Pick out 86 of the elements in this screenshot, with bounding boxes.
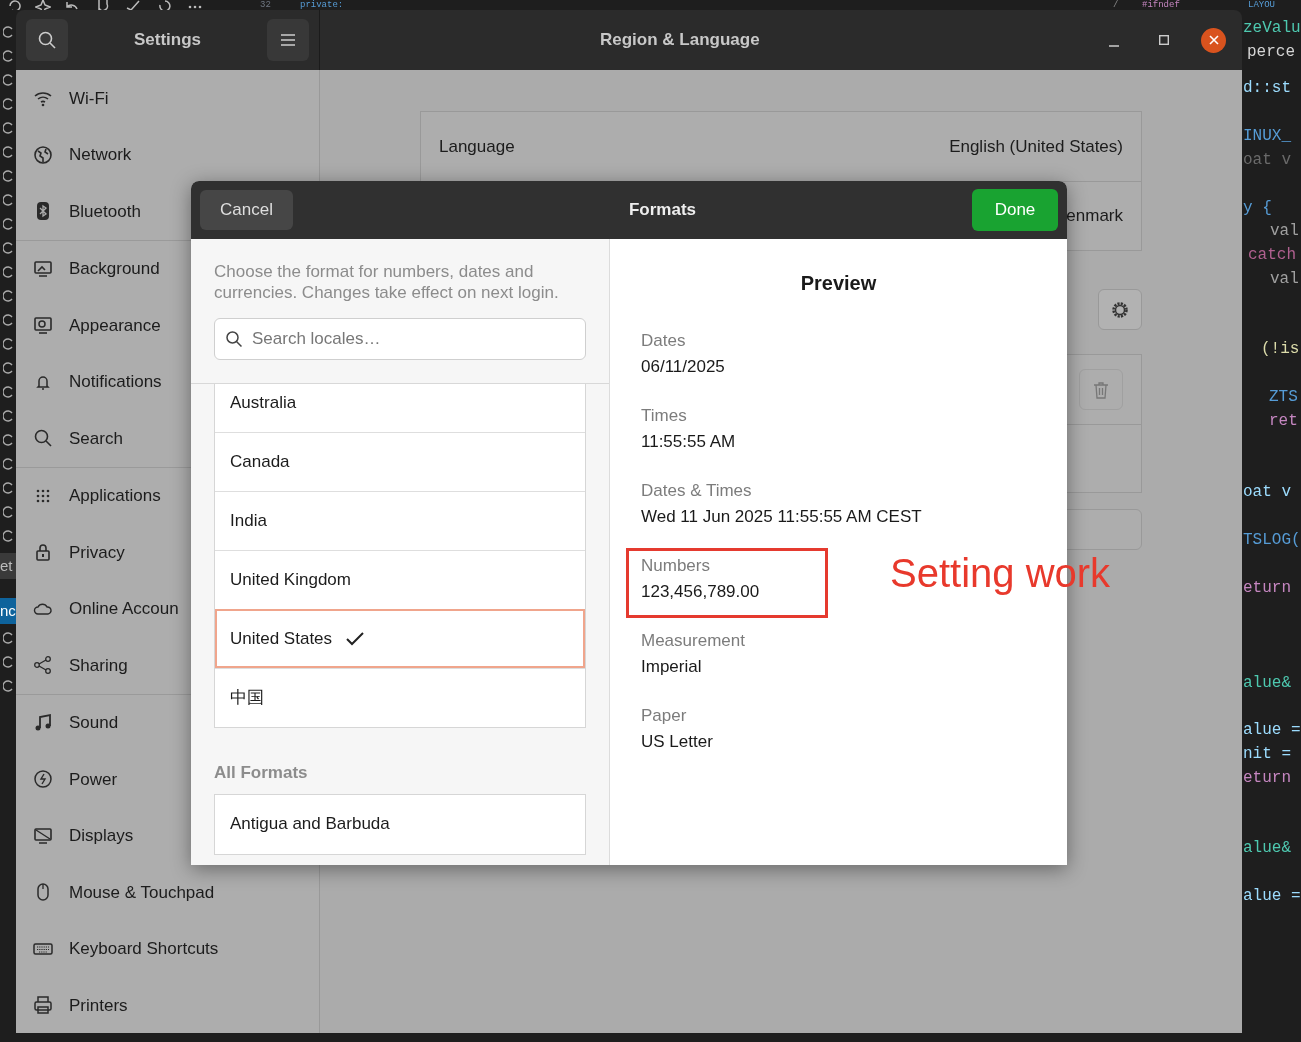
code-text: val (1270, 221, 1299, 241)
code-text: y { (1243, 198, 1272, 218)
music-note-icon (33, 712, 53, 733)
code-text: catch (1248, 245, 1296, 265)
locale-row[interactable]: India (215, 491, 585, 550)
monitor-icon (33, 258, 53, 279)
code-text: alue& (1243, 673, 1291, 693)
search-field[interactable]: Search locales… (214, 318, 586, 360)
gear-icon (1110, 299, 1130, 320)
preview-value: Imperial (641, 656, 702, 678)
code-text: alue = (1243, 720, 1301, 740)
sidebar-item[interactable]: Printers (16, 977, 319, 1033)
preview-value: 11:55:55 AM (641, 431, 736, 453)
code-text: LAYOU (1248, 0, 1275, 10)
share-icon (33, 655, 53, 676)
settings-row[interactable]: Language English (United States) (421, 112, 1141, 181)
preview-label: Dates (641, 330, 686, 352)
dialog-title: Formats (628, 199, 696, 222)
code-text: zeValu (1243, 18, 1301, 38)
settings-button[interactable] (1098, 289, 1142, 330)
code-text: perce (1247, 42, 1295, 62)
locale-row[interactable]: 中国 (215, 668, 585, 727)
locale-row[interactable]: Antigua and Barbuda (215, 794, 585, 854)
code-text: / (1113, 0, 1119, 10)
line-number: 32 (260, 0, 271, 10)
code-text: nit = (1243, 744, 1291, 764)
code-text: et (0, 553, 16, 579)
sparkle-icon (35, 0, 51, 10)
preview-label: Measurement (641, 630, 745, 652)
code-text: eturn (1243, 578, 1291, 598)
menu-button[interactable] (267, 19, 309, 61)
code-text: INUX_ (1243, 126, 1291, 146)
sidebar-item[interactable]: Wi-Fi (16, 70, 319, 127)
lock-icon (33, 542, 53, 563)
code-text: oat v (1243, 150, 1291, 170)
preview-value: 123,456,789.00 (641, 581, 760, 603)
printer-icon (33, 995, 53, 1016)
trash-icon (1093, 380, 1109, 399)
code-text: nc (0, 598, 16, 624)
locale-row[interactable]: United States (215, 609, 585, 668)
code-text: ret (1269, 411, 1298, 431)
search-icon (37, 30, 57, 50)
sidebar-item[interactable]: Keyboard Shortcuts (16, 920, 319, 977)
power-icon (33, 769, 53, 790)
description-text: Choose the format for numbers, dates and currencies. Changes take effect on next login. (214, 261, 559, 303)
preview-value: Wed 11 Jun 2025 11:55:55 AM CEST (641, 506, 922, 528)
code-text: d::st (1243, 78, 1291, 98)
preview-value: US Letter (641, 731, 713, 753)
panel-title: Region & Language (600, 29, 760, 52)
search-button[interactable] (26, 19, 68, 61)
locale-row[interactable]: Canada (215, 432, 585, 491)
check-icon (346, 632, 365, 646)
check-icon (125, 0, 141, 10)
menu-icon (280, 33, 296, 47)
display-icon (33, 825, 53, 846)
preview-label: Numbers (641, 555, 710, 577)
code-text: oat v (1243, 482, 1291, 502)
code-text: alue& (1243, 838, 1291, 858)
minimize-icon (1109, 45, 1119, 47)
undo-icon (64, 0, 80, 10)
code-text: #ifndef (1142, 0, 1180, 10)
code-text: ZTS (1269, 387, 1298, 407)
cancel-button[interactable]: Cancel (200, 190, 293, 230)
locale-row[interactable]: Australia (215, 384, 585, 432)
code-text: alue = (1243, 886, 1301, 906)
search-icon (33, 428, 53, 449)
maximize-icon (1159, 35, 1169, 45)
code-text: TSLOG( (1243, 530, 1301, 550)
code-text: private: (300, 0, 344, 10)
close-button[interactable] (1201, 27, 1226, 53)
code-text: (!is (1261, 339, 1300, 359)
code-text: val (1270, 269, 1299, 289)
preview-title: Preview (800, 271, 877, 296)
locale-row[interactable]: United Kingdom (215, 550, 585, 609)
globe-icon (33, 144, 53, 165)
preview-label: Paper (641, 705, 687, 727)
preview-value: 06/11/2025 (641, 356, 725, 378)
code-text: eturn (1243, 768, 1291, 788)
preview-label: Times (641, 405, 687, 427)
search-icon (225, 330, 243, 348)
sidebar-item[interactable]: Network (16, 126, 319, 183)
sidebar-item[interactable]: Mouse & Touchpad (16, 864, 319, 921)
close-icon (1208, 35, 1219, 45)
preview-label: Dates & Times (641, 480, 752, 502)
section-title: All Formats (214, 762, 309, 784)
window-title: Settings (133, 29, 202, 52)
